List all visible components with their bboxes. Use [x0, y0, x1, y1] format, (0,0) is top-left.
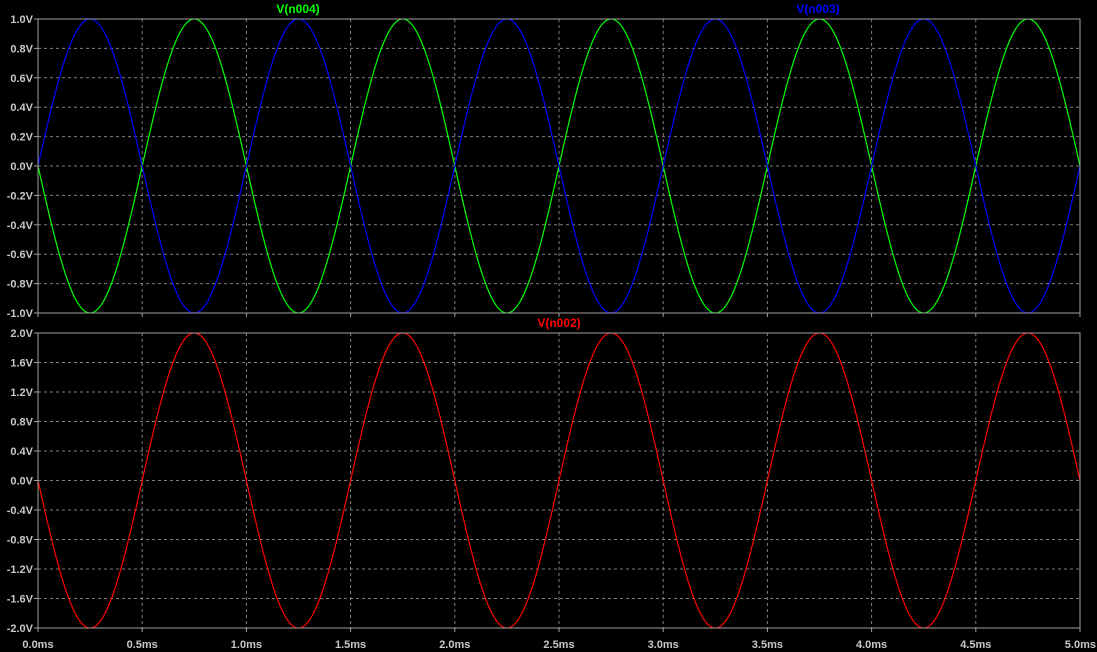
y-tick-label: -0.8V	[7, 279, 34, 291]
y-tick-label: -0.4V	[7, 220, 34, 232]
y-tick-label: 0.4V	[10, 102, 33, 114]
y-tick-label: -0.6V	[7, 249, 34, 261]
y-tick-label: 0.4V	[10, 446, 33, 458]
y-tick-label: 0.8V	[10, 417, 33, 429]
x-tick-label: 2.0ms	[439, 639, 470, 651]
y-tick-label: 0.0V	[10, 161, 33, 173]
trace-label: V(n003)	[796, 2, 839, 16]
plot-pane-1: V(n004) V(n003) 1.0V 0.8V 0.6V 0.4V 0.2V 0.0V -0…	[7, 2, 1081, 320]
y-tick-label: 2.0V	[10, 328, 33, 340]
y-tick-label: 1.2V	[10, 387, 33, 399]
x-tick-label: 4.5ms	[960, 639, 991, 651]
y-tick-label: -0.8V	[7, 535, 34, 547]
x-tick-label: 3.5ms	[752, 639, 783, 651]
x-tick-label: 0.5ms	[127, 639, 158, 651]
y-tick-label: 1.6V	[10, 358, 33, 370]
trace-label: V(n002)	[537, 316, 580, 330]
x-tick-label: 4.0ms	[856, 639, 887, 651]
y-tick-label: 0.6V	[10, 73, 33, 85]
y-tick-label: -2.0V	[7, 623, 34, 635]
y-tick-label: 1.0V	[10, 14, 33, 26]
y-tick-label: -1.0V	[7, 308, 34, 320]
x-tick-label: 5.0ms	[1065, 639, 1096, 651]
y-tick-label: 0.0V	[10, 476, 33, 488]
y-tick-label: -0.4V	[7, 505, 34, 517]
x-tick-label: 1.0ms	[231, 639, 262, 651]
y-tick-label: -1.6V	[7, 594, 34, 606]
x-tick-label: 0.0ms	[22, 639, 53, 651]
x-tick-label: 1.5ms	[335, 639, 366, 651]
waveform-viewer: V(n004) V(n003) 1.0V 0.8V 0.6V 0.4V 0.2V 0.0V -0…	[7, 2, 1096, 651]
plot-pane-2: V(n002) 2.0V 1.6V 1.2V 0.8V 0.4V 0.0V -0.4V -0.8…	[7, 316, 1096, 651]
y-tick-label: 0.8V	[10, 43, 33, 55]
y-tick-label: -1.2V	[7, 564, 34, 576]
y-tick-label: 0.2V	[10, 132, 33, 144]
trace-label: V(n004)	[276, 2, 319, 16]
y-tick-label: -0.2V	[7, 190, 34, 202]
x-tick-label: 3.0ms	[648, 639, 679, 651]
x-tick-label: 2.5ms	[543, 639, 574, 651]
